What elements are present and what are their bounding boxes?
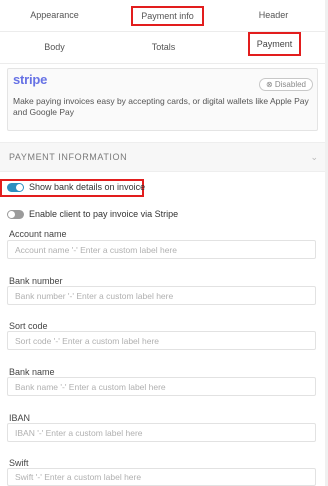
switch-knob <box>16 184 23 191</box>
tab-header[interactable]: Header <box>219 0 328 32</box>
bank-name-input[interactable] <box>7 377 316 396</box>
swift-input[interactable] <box>7 468 316 486</box>
show-bank-details-toggle-row[interactable]: Show bank details on invoice <box>0 179 146 197</box>
stripe-description: Make paying invoices easy by accepting c… <box>13 96 309 117</box>
iban-input[interactable] <box>7 423 316 442</box>
enable-stripe-pay-label: Enable client to pay invoice via Stripe <box>29 209 179 219</box>
section-title: PAYMENT INFORMATION <box>9 152 128 162</box>
section-tab-bar: Body Totals Payment <box>0 32 328 64</box>
tab-payment[interactable]: Payment <box>248 32 301 56</box>
iban-label: IBAN <box>9 413 31 423</box>
tab-appearance[interactable]: Appearance <box>0 0 109 32</box>
account-name-label: Account name <box>9 229 67 239</box>
payment-information-header[interactable]: PAYMENT INFORMATION ⌄ <box>0 142 328 172</box>
sort-code-label: Sort code <box>9 321 48 331</box>
tab-payment-info[interactable]: Payment info <box>131 6 204 26</box>
sort-code-input[interactable] <box>7 331 316 350</box>
bank-number-label: Bank number <box>9 276 63 286</box>
enable-stripe-pay-switch[interactable] <box>7 210 24 219</box>
tab-totals[interactable]: Totals <box>109 32 218 64</box>
stripe-integration-card: stripe ⊗ Disabled Make paying invoices e… <box>7 68 318 131</box>
account-name-input[interactable] <box>7 240 316 259</box>
tab-body[interactable]: Body <box>0 32 109 64</box>
settings-tab-bar: Appearance Payment info Header <box>0 0 328 32</box>
stripe-logo: stripe <box>13 72 48 87</box>
enable-stripe-pay-toggle-row[interactable]: Enable client to pay invoice via Stripe <box>0 206 200 224</box>
show-bank-details-switch[interactable] <box>7 183 24 192</box>
bank-number-input[interactable] <box>7 286 316 305</box>
bank-name-label: Bank name <box>9 367 55 377</box>
stripe-status-badge: ⊗ Disabled <box>258 78 313 91</box>
chevron-down-icon[interactable]: ⌄ <box>310 152 318 163</box>
switch-knob <box>8 211 15 218</box>
show-bank-details-label: Show bank details on invoice <box>29 182 146 192</box>
swift-label: Swift <box>9 458 29 468</box>
